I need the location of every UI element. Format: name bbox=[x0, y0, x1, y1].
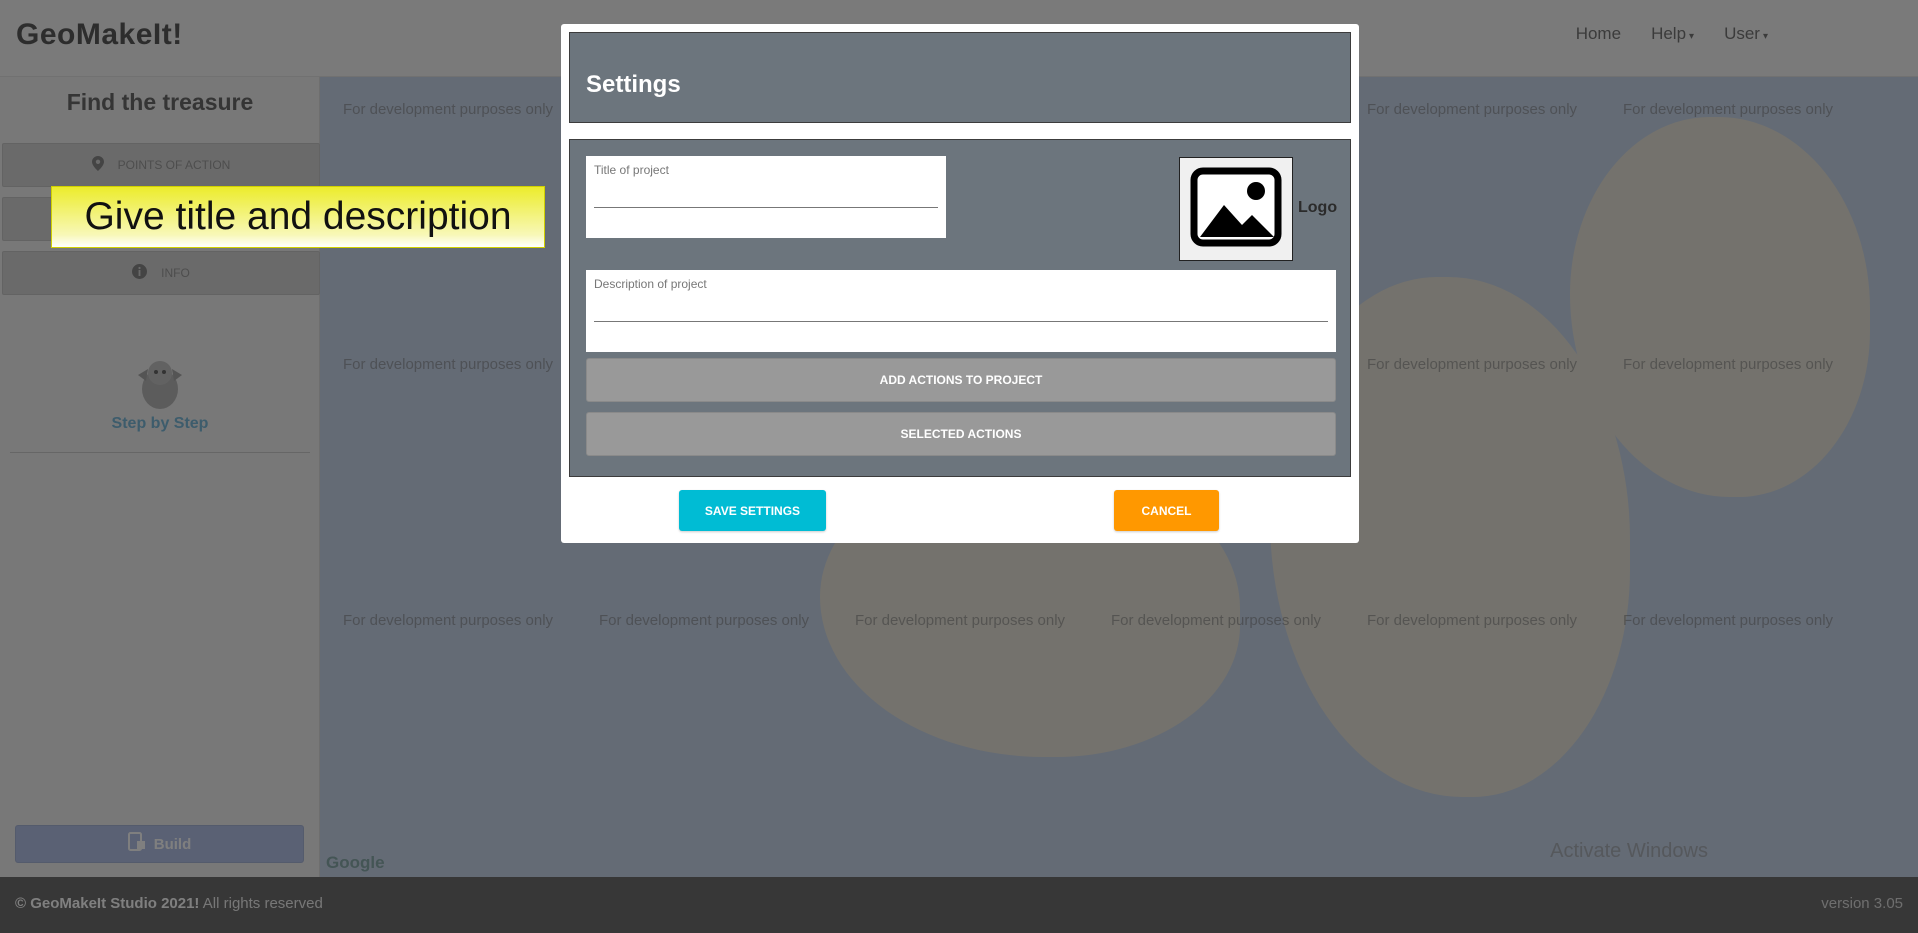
logo-upload[interactable] bbox=[1179, 157, 1293, 261]
save-settings-button[interactable]: SAVE SETTINGS bbox=[679, 490, 826, 531]
add-actions-button[interactable]: ADD ACTIONS TO PROJECT bbox=[586, 358, 1336, 402]
project-title-input[interactable] bbox=[594, 186, 938, 208]
settings-modal: Settings Title of project Logo Descripti… bbox=[561, 24, 1359, 543]
project-description-label: Description of project bbox=[594, 277, 707, 291]
image-icon bbox=[1190, 167, 1282, 252]
selected-actions-button[interactable]: SELECTED ACTIONS bbox=[586, 412, 1336, 456]
modal-body: Title of project Logo Description of pro… bbox=[569, 139, 1351, 477]
tutorial-hint: Give title and description bbox=[51, 186, 545, 248]
project-title-field: Title of project bbox=[586, 156, 946, 238]
logo-label: Logo bbox=[1298, 199, 1338, 216]
modal-title: Settings bbox=[586, 71, 681, 98]
project-description-input[interactable] bbox=[594, 300, 1328, 322]
project-description-field: Description of project bbox=[586, 270, 1336, 352]
cancel-button[interactable]: CANCEL bbox=[1114, 490, 1219, 531]
modal-header: Settings bbox=[569, 32, 1351, 123]
project-title-label: Title of project bbox=[594, 163, 669, 177]
